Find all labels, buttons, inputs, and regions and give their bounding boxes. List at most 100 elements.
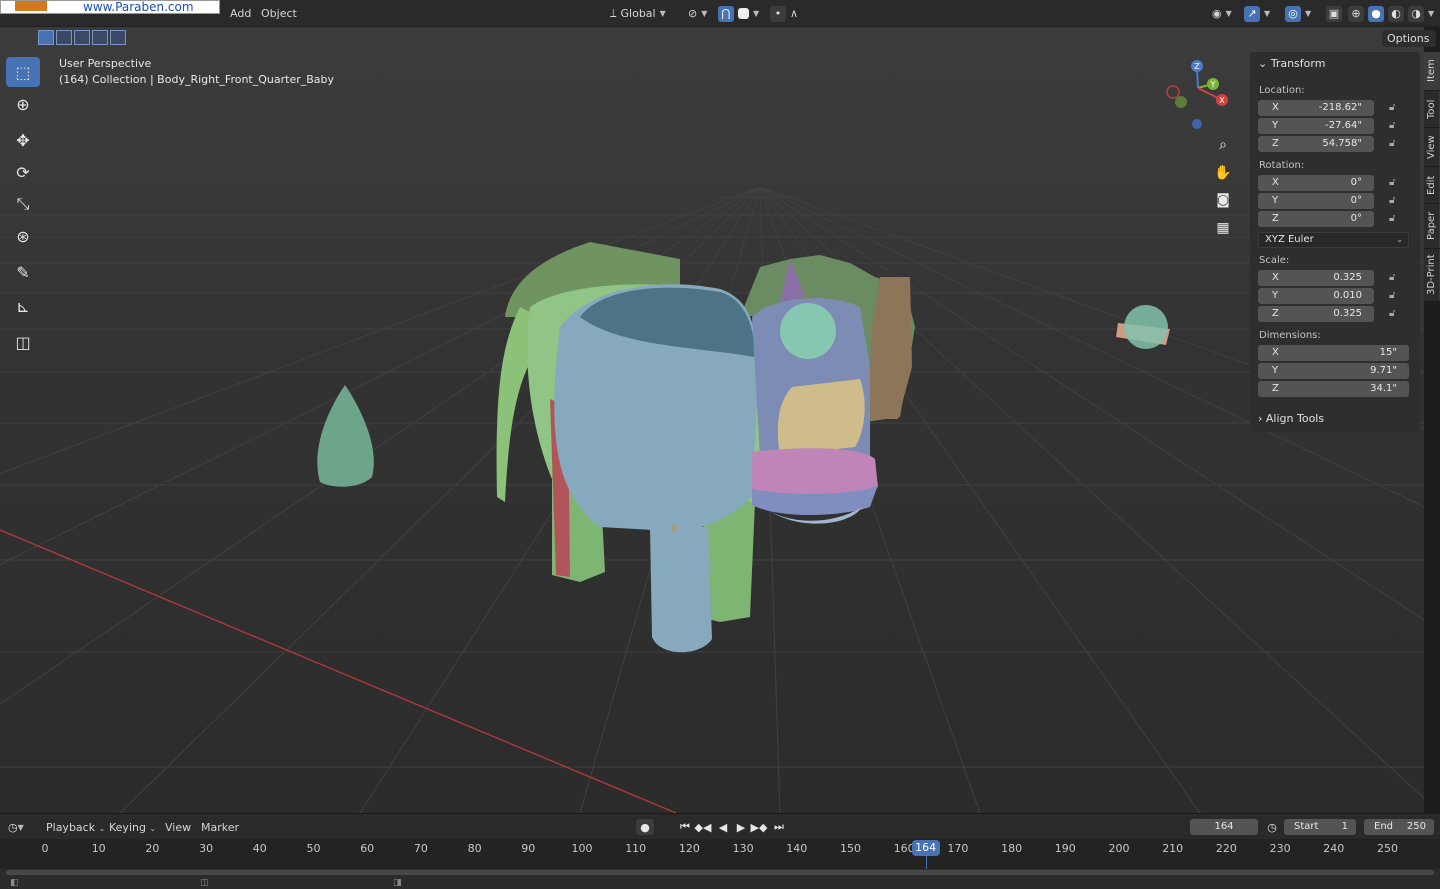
rotation-mode-dropdown[interactable]: XYZ Euler ⌄ (1258, 232, 1409, 248)
pivot-dropdown[interactable]: ⊘ ▼ (688, 5, 707, 22)
select-box-icon[interactable]: ⬚ (6, 57, 40, 87)
prev-keyframe-icon[interactable]: ◆◀ (695, 819, 712, 835)
select-intersect-icon[interactable] (110, 30, 126, 45)
rotation-y-field[interactable]: Y 0° (1258, 193, 1374, 209)
location-z-field[interactable]: Z 54.758" (1258, 136, 1374, 152)
current-frame-field[interactable]: 164 (1190, 819, 1258, 835)
neg-y-handle[interactable] (1175, 96, 1187, 108)
select-extend-icon[interactable] (56, 30, 72, 45)
playhead-frame-badge[interactable]: 164 (911, 840, 940, 856)
menu-view[interactable]: View (165, 821, 191, 834)
end-frame-field[interactable]: End 250 (1364, 819, 1434, 835)
annotate-icon[interactable]: ✎ (6, 257, 40, 287)
field-value: 9.71" (1370, 365, 1397, 376)
zoom-icon[interactable]: ⌕ (1210, 132, 1236, 158)
lock-icon[interactable]: 🔓︎ (1389, 102, 1403, 114)
select-new-icon[interactable] (38, 30, 54, 45)
move-icon[interactable]: ✥ (6, 125, 40, 155)
lock-icon[interactable]: 🔓︎ (1389, 308, 1403, 320)
tab-edit[interactable]: Edit (1424, 167, 1440, 203)
lock-icon[interactable]: 🔓︎ (1389, 138, 1403, 150)
lock-icon[interactable]: 🔓︎ (1389, 120, 1403, 132)
rendered-shading-icon[interactable]: ◑ (1408, 5, 1424, 22)
timeline-scrollbar[interactable] (0, 869, 1440, 876)
solid-shading-icon[interactable]: ● (1368, 5, 1384, 22)
timeline-tick-label: 180 (1001, 842, 1023, 855)
tab-3d-print[interactable]: 3D-Print (1424, 249, 1440, 301)
overlay-toggle[interactable]: ◎ ▼ (1285, 5, 1311, 22)
camera-icon[interactable]: ◙ (1210, 187, 1236, 213)
transform-panel-header[interactable]: ⌄ Transform (1258, 57, 1325, 70)
play-reverse-icon[interactable]: ◀ (716, 819, 730, 835)
selection-mode-buttons[interactable] (38, 30, 126, 45)
scale-icon[interactable]: ⤡ (6, 189, 40, 219)
measure-icon[interactable]: ⊾ (6, 291, 40, 321)
gizmo-toggle[interactable]: ↗ ▼ (1244, 5, 1270, 22)
dimensions-z-field[interactable]: Z 34.1" (1258, 381, 1409, 397)
timeline-tick-label: 70 (413, 842, 428, 855)
tab-paper[interactable]: Paper (1424, 204, 1440, 248)
start-frame-field[interactable]: Start 1 (1284, 819, 1356, 835)
lock-icon[interactable]: 🔓︎ (1389, 195, 1403, 207)
dimensions-x-field[interactable]: X 15" (1258, 345, 1409, 361)
tab-tool[interactable]: Tool (1424, 91, 1440, 127)
next-keyframe-icon[interactable]: ▶◆ (751, 819, 768, 835)
rotation-z-field[interactable]: Z 0° (1258, 211, 1374, 227)
stopwatch-icon[interactable]: ◷ (1264, 819, 1280, 835)
material-shading-icon[interactable]: ◐ (1388, 5, 1404, 22)
scale-y-field[interactable]: Y 0.010 (1258, 288, 1374, 304)
timeline-ruler[interactable]: 250 240 230 220 210 200 190 180 170 160 150 140 130 1… (0, 839, 1440, 878)
pan-hand-icon[interactable]: ✋ (1210, 160, 1236, 186)
dimensions-y-field[interactable]: Y 9.71" (1258, 363, 1409, 379)
scale-x-field[interactable]: X 0.325 (1258, 270, 1374, 286)
menu-playback[interactable]: Playback ⌄ (46, 821, 105, 834)
neg-x-handle[interactable] (1166, 85, 1180, 99)
location-y-field[interactable]: Y -27.64" (1258, 118, 1374, 134)
snap-toggle[interactable]: ⋂ ▼ (718, 5, 759, 22)
rotate-icon[interactable]: ⟳ (6, 157, 40, 187)
clock-icon: ◷ (8, 820, 18, 834)
neg-z-handle[interactable] (1192, 119, 1202, 129)
visibility-dropdown[interactable]: ◉ ▼ (1212, 5, 1232, 22)
chevron-down-icon: ▼ (1428, 9, 1435, 18)
transform-icon[interactable]: ⊛ (6, 221, 40, 251)
proportional-edit-toggle[interactable]: • ∧ (770, 5, 798, 22)
jump-end-icon[interactable]: ⏭ (772, 819, 786, 835)
wireframe-shading-icon[interactable]: ⊕ (1348, 5, 1364, 22)
lock-icon[interactable]: 🔓︎ (1389, 213, 1403, 225)
rotation-x-field[interactable]: X 0° (1258, 175, 1374, 191)
scale-z-field[interactable]: Z 0.325 (1258, 306, 1374, 322)
menu-object[interactable]: Object (261, 7, 297, 20)
ear-piece (317, 385, 374, 487)
menu-marker[interactable]: Marker (201, 821, 239, 834)
axis-label: Y (1272, 365, 1279, 376)
add-cube-icon[interactable]: ◫ (6, 327, 40, 357)
location-x-field[interactable]: X -218.62" (1258, 100, 1374, 116)
menu-add[interactable]: Add (230, 7, 251, 20)
timeline-tick-label: 240 (1323, 842, 1345, 855)
paraben-logo (15, 1, 47, 11)
lock-icon[interactable]: 🔓︎ (1389, 272, 1403, 284)
lock-icon[interactable]: 🔓︎ (1389, 290, 1403, 302)
tab-item[interactable]: Item (1424, 52, 1440, 90)
select-subtract-icon[interactable] (74, 30, 90, 45)
jump-start-icon[interactable]: ⏮ (678, 819, 692, 835)
front-leg (650, 527, 712, 653)
select-invert-icon[interactable] (92, 30, 108, 45)
play-icon[interactable]: ▶ (734, 819, 748, 835)
scrollbar-thumb[interactable] (6, 870, 1434, 875)
navigation-gizmo[interactable]: Z Y X (1162, 58, 1234, 130)
cursor-icon[interactable]: ⊕ (6, 89, 40, 119)
xray-toggle[interactable]: ▣ (1326, 5, 1342, 22)
align-tools-panel-header[interactable]: › Align Tools (1258, 412, 1324, 425)
record-button[interactable]: ● (636, 819, 654, 835)
tab-view[interactable]: View (1424, 128, 1440, 166)
transform-orientation-dropdown[interactable]: ⟘ Global ▼ (610, 5, 666, 22)
menu-keying[interactable]: Keying ⌄ (109, 821, 156, 834)
lock-icon[interactable]: 🔓︎ (1389, 177, 1403, 189)
grid-view-icon[interactable]: ▦ (1210, 215, 1236, 241)
shading-modes[interactable]: ⊕ ● ◐ ◑ ▼ (1348, 5, 1434, 22)
editor-type-dropdown[interactable]: ◷ ▼ (8, 819, 24, 835)
timeline-tick-label: 0 (41, 842, 49, 855)
options-dropdown[interactable]: Options ▼ (1382, 30, 1436, 61)
